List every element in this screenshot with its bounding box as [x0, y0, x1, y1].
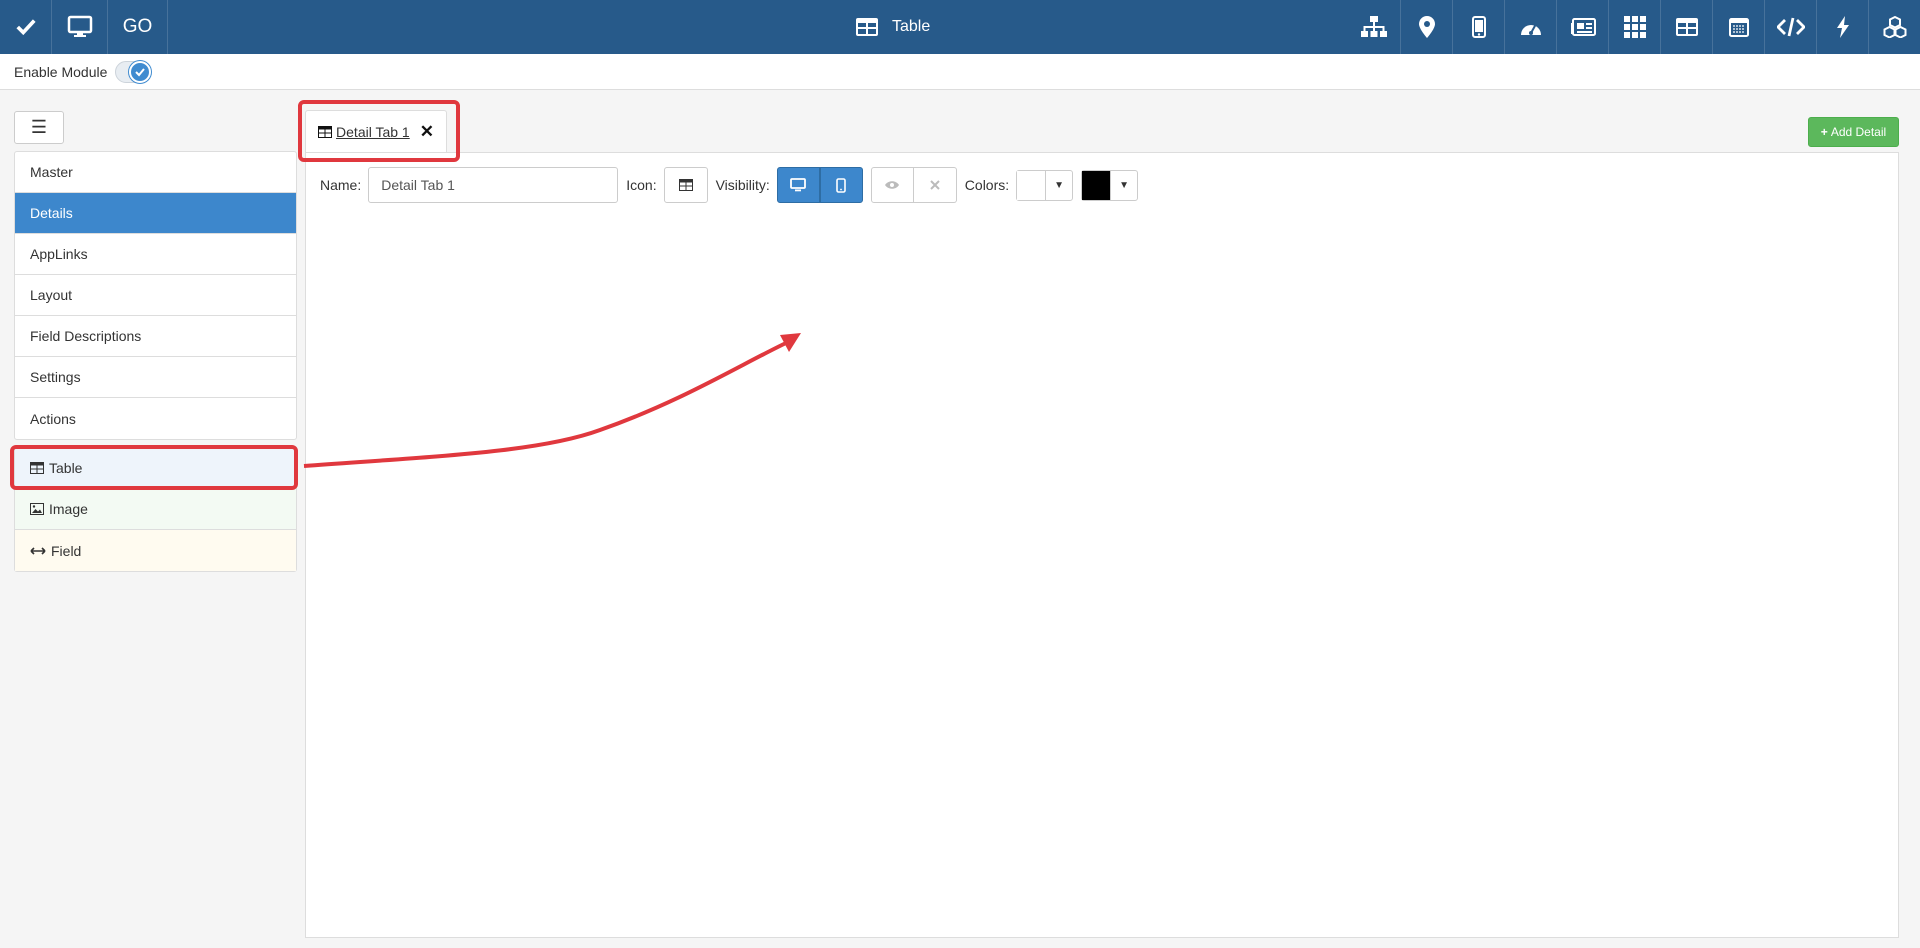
- detail-properties-bar: Name: Icon: Visibility: Colors: ▼ ▼: [320, 167, 1146, 203]
- mobile-button[interactable]: [1452, 0, 1504, 54]
- sidebar-item-actions[interactable]: Actions: [15, 398, 296, 439]
- table-icon: [678, 179, 693, 191]
- enable-module-label: Enable Module: [14, 63, 108, 80]
- hamburger-icon: ☰: [30, 117, 48, 137]
- background-color-swatch: [1017, 170, 1046, 200]
- newspaper-icon: [1570, 18, 1596, 36]
- sidebar-item-applinks[interactable]: AppLinks: [15, 234, 296, 275]
- mobile-icon: [1471, 16, 1486, 38]
- sidebar-menu: Master Details AppLinks Layout Field Des…: [14, 151, 297, 440]
- module-toggle-row: Enable Module: [0, 54, 1920, 90]
- toolbar-left-group: GO: [0, 0, 168, 54]
- monitor-icon: [790, 178, 807, 192]
- page-title: Table: [856, 0, 930, 54]
- visibility-state-group: [870, 167, 957, 203]
- news-button[interactable]: [1556, 0, 1608, 54]
- sidebar-item-master[interactable]: Master: [15, 152, 296, 193]
- check-icon: [15, 19, 36, 36]
- close-icon: [930, 180, 940, 190]
- icon-label: Icon:: [626, 177, 657, 193]
- table-icon: [1675, 18, 1698, 36]
- visibility-hide-button[interactable]: [913, 167, 957, 203]
- visibility-device-group: [776, 167, 863, 203]
- map-marker-icon: [1418, 16, 1435, 38]
- check-icon: [135, 67, 146, 76]
- icon-picker-button[interactable]: [663, 167, 708, 203]
- add-image-tool[interactable]: Image: [15, 489, 296, 530]
- page-title-text: Table: [892, 18, 931, 35]
- toggle-knob: [129, 60, 152, 83]
- toolbar-right-group: [1348, 0, 1920, 54]
- grid-icon: [1623, 16, 1646, 38]
- text-color-swatch: [1082, 170, 1111, 200]
- add-detail-button[interactable]: + Add Detail: [1808, 117, 1899, 147]
- bolt-icon: [1836, 16, 1849, 38]
- go-label: GO: [122, 16, 153, 37]
- save-check-button[interactable]: [0, 0, 52, 54]
- sidebar-item-field-descriptions[interactable]: Field Descriptions: [15, 316, 296, 357]
- sidebar-item-settings[interactable]: Settings: [15, 357, 296, 398]
- sitemap-button[interactable]: [1348, 0, 1400, 54]
- tool-label-field: Field: [51, 542, 82, 559]
- go-button[interactable]: GO: [108, 0, 168, 54]
- colors-label: Colors:: [964, 177, 1010, 193]
- arrows-h-icon: [30, 546, 46, 555]
- visibility-label: Visibility:: [715, 177, 770, 193]
- name-label: Name:: [320, 177, 362, 193]
- detail-type-palette: Table Image Field: [14, 447, 297, 572]
- background-color-picker[interactable]: ▼: [1016, 169, 1074, 201]
- cubes-button[interactable]: [1868, 0, 1920, 54]
- code-button[interactable]: [1764, 0, 1816, 54]
- bolt-button[interactable]: [1816, 0, 1868, 54]
- map-button[interactable]: [1400, 0, 1452, 54]
- detail-tab[interactable]: Detail Tab 1 ✕: [305, 110, 447, 152]
- name-input[interactable]: [368, 167, 619, 203]
- top-toolbar: GO Table: [0, 0, 1920, 54]
- calendar-button[interactable]: [1712, 0, 1764, 54]
- sitemap-icon: [1361, 16, 1387, 37]
- visibility-desktop-button[interactable]: [776, 167, 820, 203]
- plus-icon: +: [1820, 125, 1828, 139]
- dashboard-button[interactable]: [1504, 0, 1556, 54]
- chevron-down-icon: ▼: [1110, 170, 1137, 200]
- table-button[interactable]: [1660, 0, 1712, 54]
- detail-tab-panel: [305, 152, 1899, 938]
- table-icon: [30, 462, 44, 474]
- add-table-tool[interactable]: Table: [15, 448, 296, 489]
- close-tab-icon[interactable]: ✕: [420, 122, 434, 142]
- enable-module-toggle[interactable]: [115, 60, 152, 83]
- monitor-icon: [67, 15, 92, 37]
- menu-toggle-button[interactable]: ☰: [14, 111, 64, 144]
- eye-icon: [885, 181, 900, 189]
- cubes-icon: [1883, 16, 1906, 38]
- visibility-show-button[interactable]: [870, 167, 914, 203]
- code-icon: [1776, 17, 1805, 37]
- calendar-icon: [1728, 18, 1749, 37]
- detail-tab-label: Detail Tab 1: [336, 123, 410, 140]
- desktop-view-button[interactable]: [52, 0, 108, 54]
- table-icon: [856, 18, 878, 36]
- table-icon: [318, 125, 333, 138]
- text-color-picker[interactable]: ▼: [1081, 169, 1138, 201]
- image-icon: [30, 503, 44, 515]
- add-field-tool[interactable]: Field: [15, 530, 296, 571]
- tool-label-image: Image: [49, 501, 88, 517]
- tool-label-table: Table: [49, 460, 83, 476]
- dashboard-icon: [1520, 23, 1541, 35]
- sidebar-item-layout[interactable]: Layout: [15, 275, 296, 316]
- visibility-mobile-button[interactable]: [819, 167, 863, 203]
- grid-button[interactable]: [1608, 0, 1660, 54]
- mobile-icon: [836, 177, 847, 193]
- add-detail-label: Add Detail: [1830, 125, 1887, 139]
- sidebar-item-details[interactable]: Details: [15, 193, 296, 234]
- chevron-down-icon: ▼: [1045, 170, 1072, 200]
